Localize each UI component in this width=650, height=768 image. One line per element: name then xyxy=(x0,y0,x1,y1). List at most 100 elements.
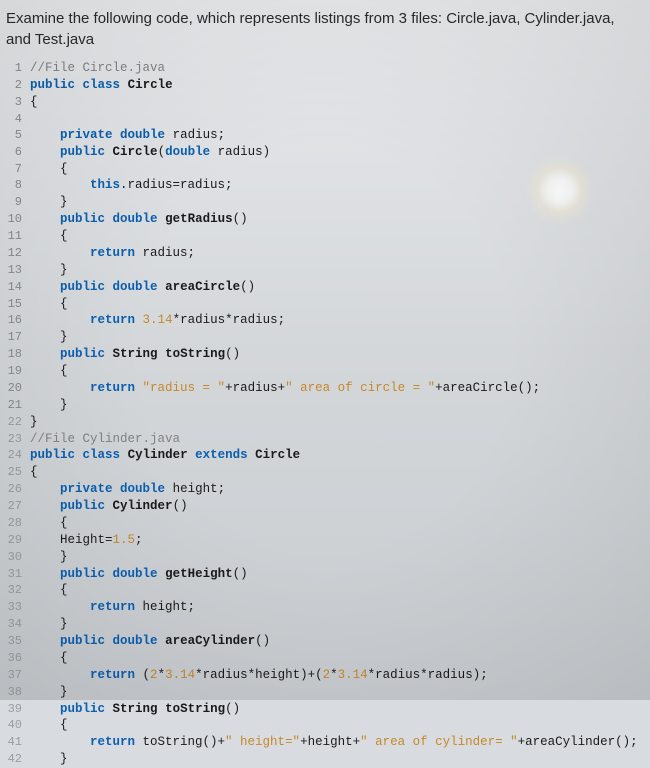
line-number: 36 xyxy=(6,650,30,667)
code-line: 5 private double radius; xyxy=(6,127,646,144)
code-content: public double areaCylinder() xyxy=(30,633,646,650)
code-line: 28 { xyxy=(6,515,646,532)
code-content: } xyxy=(30,262,646,279)
code-line: 35 public double areaCylinder() xyxy=(6,633,646,650)
line-number: 2 xyxy=(6,77,30,94)
code-line: 4 xyxy=(6,111,646,127)
code-line: 41 return toString()+" height="+height+"… xyxy=(6,734,646,751)
code-line: 42 } xyxy=(6,751,646,768)
code-content: return radius; xyxy=(30,245,646,262)
code-content: { xyxy=(30,582,646,599)
line-number: 19 xyxy=(6,363,30,380)
code-content: this.radius=radius; xyxy=(30,177,646,194)
code-line: 7 { xyxy=(6,161,646,178)
line-number: 14 xyxy=(6,279,30,296)
code-content: public double getRadius() xyxy=(30,211,646,228)
code-line: 8 this.radius=radius; xyxy=(6,177,646,194)
line-number: 8 xyxy=(6,177,30,194)
code-content: } xyxy=(30,616,646,633)
code-content: return (2*3.14*radius*height)+(2*3.14*ra… xyxy=(30,667,646,684)
code-line: 22} xyxy=(6,414,646,431)
line-number: 35 xyxy=(6,633,30,650)
code-content: public class Cylinder extends Circle xyxy=(30,447,646,464)
line-number: 32 xyxy=(6,582,30,599)
line-number: 22 xyxy=(6,414,30,431)
code-line: 30 } xyxy=(6,549,646,566)
line-number: 26 xyxy=(6,481,30,498)
code-content: { xyxy=(30,515,646,532)
code-line: 13 } xyxy=(6,262,646,279)
code-content: Height=1.5; xyxy=(30,532,646,549)
code-content: return 3.14*radius*radius; xyxy=(30,312,646,329)
code-content: } xyxy=(30,414,646,431)
code-line: 14 public double areaCircle() xyxy=(6,279,646,296)
code-content: public class Circle xyxy=(30,77,646,94)
code-content: return toString()+" height="+height+" ar… xyxy=(30,734,646,751)
line-number: 5 xyxy=(6,127,30,144)
line-number: 10 xyxy=(6,211,30,228)
code-line: 9 } xyxy=(6,194,646,211)
line-number: 12 xyxy=(6,245,30,262)
line-number: 13 xyxy=(6,262,30,279)
line-number: 11 xyxy=(6,228,30,245)
code-content: { xyxy=(30,363,646,380)
line-number: 15 xyxy=(6,296,30,313)
line-number: 40 xyxy=(6,717,30,734)
line-number: 42 xyxy=(6,751,30,768)
line-number: 4 xyxy=(6,111,30,127)
line-number: 24 xyxy=(6,447,30,464)
code-line: 36 { xyxy=(6,650,646,667)
code-line: 40 { xyxy=(6,717,646,734)
line-number: 34 xyxy=(6,616,30,633)
code-content: public Circle(double radius) xyxy=(30,144,646,161)
line-number: 6 xyxy=(6,144,30,161)
line-number: 17 xyxy=(6,329,30,346)
code-line: 12 return radius; xyxy=(6,245,646,262)
code-line: 31 public double getHeight() xyxy=(6,566,646,583)
code-content xyxy=(30,111,646,127)
code-line: 2public class Circle xyxy=(6,77,646,94)
code-line: 29 Height=1.5; xyxy=(6,532,646,549)
line-number: 29 xyxy=(6,532,30,549)
line-number: 1 xyxy=(6,60,30,77)
code-content: } xyxy=(30,194,646,211)
line-number: 25 xyxy=(6,464,30,481)
line-number: 30 xyxy=(6,549,30,566)
code-line: 17 } xyxy=(6,329,646,346)
code-content: { xyxy=(30,717,646,734)
code-line: 27 public Cylinder() xyxy=(6,498,646,515)
code-line: 15 { xyxy=(6,296,646,313)
header-text: Examine the following code, which repres… xyxy=(6,10,615,48)
line-number: 7 xyxy=(6,161,30,178)
code-line: 38 } xyxy=(6,684,646,701)
code-line: 3{ xyxy=(6,94,646,111)
code-content: public String toString() xyxy=(30,701,646,718)
code-line: 18 public String toString() xyxy=(6,346,646,363)
code-content: { xyxy=(30,650,646,667)
code-content: { xyxy=(30,161,646,178)
code-line: 37 return (2*3.14*radius*height)+(2*3.14… xyxy=(6,667,646,684)
line-number: 41 xyxy=(6,734,30,751)
code-content: //File Cylinder.java xyxy=(30,431,646,448)
code-content: { xyxy=(30,94,646,111)
code-content: } xyxy=(30,397,646,414)
code-block: 1//File Circle.java2public class Circle3… xyxy=(4,60,646,768)
code-line: 6 public Circle(double radius) xyxy=(6,144,646,161)
code-line: 23//File Cylinder.java xyxy=(6,431,646,448)
code-content: //File Circle.java xyxy=(30,60,646,77)
line-number: 9 xyxy=(6,194,30,211)
code-content: } xyxy=(30,684,646,701)
line-number: 18 xyxy=(6,346,30,363)
code-line: 24public class Cylinder extends Circle xyxy=(6,447,646,464)
code-content: return "radius = "+radius+" area of circ… xyxy=(30,380,646,397)
code-content: { xyxy=(30,296,646,313)
line-number: 27 xyxy=(6,498,30,515)
code-line: 39 public String toString() xyxy=(6,701,646,718)
code-content: { xyxy=(30,464,646,481)
code-line: 33 return height; xyxy=(6,599,646,616)
line-number: 3 xyxy=(6,94,30,111)
code-content: { xyxy=(30,228,646,245)
code-line: 32 { xyxy=(6,582,646,599)
code-content: } xyxy=(30,751,646,768)
code-content: } xyxy=(30,549,646,566)
